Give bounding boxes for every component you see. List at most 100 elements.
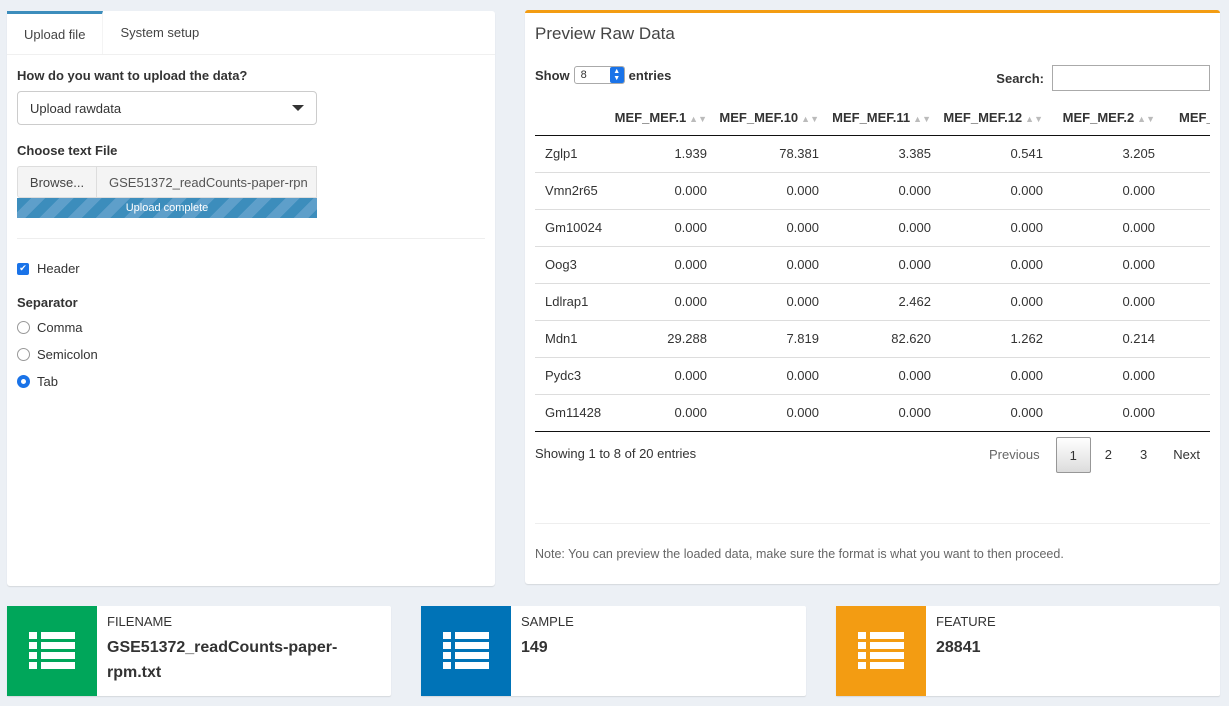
list-icon: [443, 632, 489, 669]
value-cell: 0.000: [717, 356, 829, 394]
value-cell: 0.000: [605, 282, 717, 320]
column-header-rowname: [535, 101, 605, 136]
value-cell: 0.541: [1010, 146, 1043, 161]
search-label: Search:: [996, 70, 1044, 86]
value-cell: 0.214: [1053, 319, 1165, 357]
value-cell: 3.385: [898, 146, 931, 161]
show-label: Show: [535, 67, 570, 83]
value-cell: [1165, 208, 1210, 246]
table-row: Zglp1 1.939 78.381 3.385 0.541 3.205: [535, 135, 1210, 172]
radio-comma[interactable]: [17, 321, 30, 334]
header-checkbox-row[interactable]: ✔ Header: [17, 261, 485, 276]
sort-icon: ▲▼: [1137, 114, 1155, 125]
column-header[interactable]: MEF_ME: [1165, 101, 1210, 136]
upload-panel: Upload file System setup How do you want…: [7, 11, 495, 586]
table-row: Pydc3 0.000 0.000 0.000 0.000 0.000: [535, 356, 1210, 394]
value-cell: 0.000: [941, 208, 1053, 246]
value-cell: 0.000: [605, 245, 717, 283]
data-table-wrapper: MEF_MEF.1 ▲▼ MEF_MEF.10 ▲▼ MEF_MEF.11 ▲▼ ME…: [535, 101, 1210, 432]
browse-button[interactable]: Browse...: [17, 166, 97, 198]
row-name-cell: Oog3: [535, 245, 605, 283]
column-header[interactable]: MEF_MEF.1 ▲▼: [605, 101, 717, 136]
upload-progress-bar: Upload complete: [17, 198, 317, 218]
table-row: Gm10024 0.000 0.000 0.000 0.000 0.000: [535, 208, 1210, 246]
info-box-value: 28841: [936, 639, 981, 656]
row-name-cell: Ldlrap1: [535, 282, 605, 320]
tab-system-setup[interactable]: System setup: [103, 11, 216, 54]
upload-method-select[interactable]: Upload rawdata: [17, 91, 317, 125]
column-header[interactable]: MEF_MEF.10 ▲▼: [717, 101, 829, 136]
search-input[interactable]: [1052, 65, 1210, 91]
upload-method-value: Upload rawdata: [30, 100, 122, 116]
sample-info-box: SAMPLE 149: [421, 606, 806, 696]
info-box-title: FILENAME: [107, 614, 173, 629]
value-cell: 0.000: [829, 208, 941, 246]
sort-icon: ▲▼: [1025, 114, 1043, 125]
value-cell: 0.000: [1053, 282, 1165, 320]
upload-method-label: How do you want to upload the data?: [17, 68, 248, 83]
value-cell: 0.000: [829, 245, 941, 283]
page-button-1[interactable]: 1: [1055, 437, 1091, 473]
next-button[interactable]: Next: [1161, 437, 1210, 473]
radio-label: Tab: [37, 374, 58, 389]
info-box-value: 149: [521, 639, 548, 656]
updown-arrows-icon: ▲ ▼: [609, 67, 624, 83]
value-cell: [1165, 282, 1210, 320]
entries-select[interactable]: 8 ▲ ▼: [573, 66, 625, 84]
header-checkbox[interactable]: ✔: [17, 262, 29, 275]
radio-tab[interactable]: [17, 375, 30, 388]
value-cell: 0.000: [941, 282, 1053, 320]
info-box-title: FEATURE: [936, 614, 996, 629]
value-cell: 0.000: [829, 393, 941, 432]
preview-title: Preview Raw Data: [535, 24, 675, 43]
value-cell: 1.939: [674, 146, 707, 161]
value-cell: [1165, 135, 1210, 172]
value-cell: [1165, 245, 1210, 283]
row-name-cell: Mdn1: [535, 319, 605, 357]
preview-panel: Preview Raw Data Show 8 ▲ ▼ entries Searc…: [525, 10, 1220, 584]
column-header[interactable]: MEF_MEF.11 ▲▼: [829, 101, 941, 136]
file-name-field[interactable]: GSE51372_readCounts-paper-rpn: [97, 166, 317, 198]
radio-label: Semicolon: [37, 347, 98, 362]
info-box-value: GSE51372_readCounts-paper-rpm.txt: [107, 639, 338, 681]
value-cell: 0.000: [605, 393, 717, 432]
divider: [535, 523, 1210, 524]
table-row: Oog3 0.000 0.000 0.000 0.000 0.000: [535, 245, 1210, 283]
value-cell: [1165, 356, 1210, 394]
data-table: MEF_MEF.1 ▲▼ MEF_MEF.10 ▲▼ MEF_MEF.11 ▲▼ ME…: [535, 101, 1210, 432]
value-cell: 0.000: [1053, 245, 1165, 283]
separator-option-tab[interactable]: Tab: [17, 374, 485, 389]
row-name-cell: Zglp1: [545, 146, 578, 161]
row-name-cell: Gm11428: [535, 393, 605, 432]
table-row: Gm11428 0.000 0.000 0.000 0.000 0.000: [535, 393, 1210, 432]
list-icon: [858, 632, 904, 669]
separator-option-semicolon[interactable]: Semicolon: [17, 347, 485, 362]
separator-option-comma[interactable]: Comma: [17, 320, 485, 335]
value-cell: 7.819: [717, 319, 829, 357]
row-name-cell: Vmn2r65: [535, 171, 605, 209]
table-header-row: MEF_MEF.1 ▲▼ MEF_MEF.10 ▲▼ MEF_MEF.11 ▲▼ ME…: [535, 101, 1210, 136]
previous-button[interactable]: Previous: [979, 437, 1050, 473]
value-cell: 3.205: [1122, 146, 1155, 161]
table-row: Mdn1 29.288 7.819 82.620 1.262 0.214: [535, 319, 1210, 357]
preview-note: Note: You can preview the loaded data, m…: [535, 547, 1064, 561]
file-input: Browse... GSE51372_readCounts-paper-rpn: [17, 166, 317, 198]
value-cell: 0.000: [1053, 393, 1165, 432]
value-cell: 0.000: [941, 393, 1053, 432]
radio-semicolon[interactable]: [17, 348, 30, 361]
page-button-3[interactable]: 3: [1126, 437, 1161, 473]
column-header[interactable]: MEF_MEF.12 ▲▼: [941, 101, 1053, 136]
value-cell: 0.000: [717, 208, 829, 246]
list-icon: [29, 632, 75, 669]
value-cell: 0.000: [717, 393, 829, 432]
value-cell: 0.000: [941, 171, 1053, 209]
entries-label: entries: [628, 67, 672, 83]
value-cell: [1165, 393, 1210, 432]
show-entries: Show 8 ▲ ▼ entries: [535, 66, 671, 84]
divider: [17, 238, 485, 239]
column-header[interactable]: MEF_MEF.2 ▲▼: [1053, 101, 1165, 136]
icon-area: [421, 606, 511, 696]
value-cell: 82.620: [829, 319, 941, 357]
tab-upload-file[interactable]: Upload file: [7, 11, 104, 54]
page-button-2[interactable]: 2: [1091, 437, 1126, 473]
